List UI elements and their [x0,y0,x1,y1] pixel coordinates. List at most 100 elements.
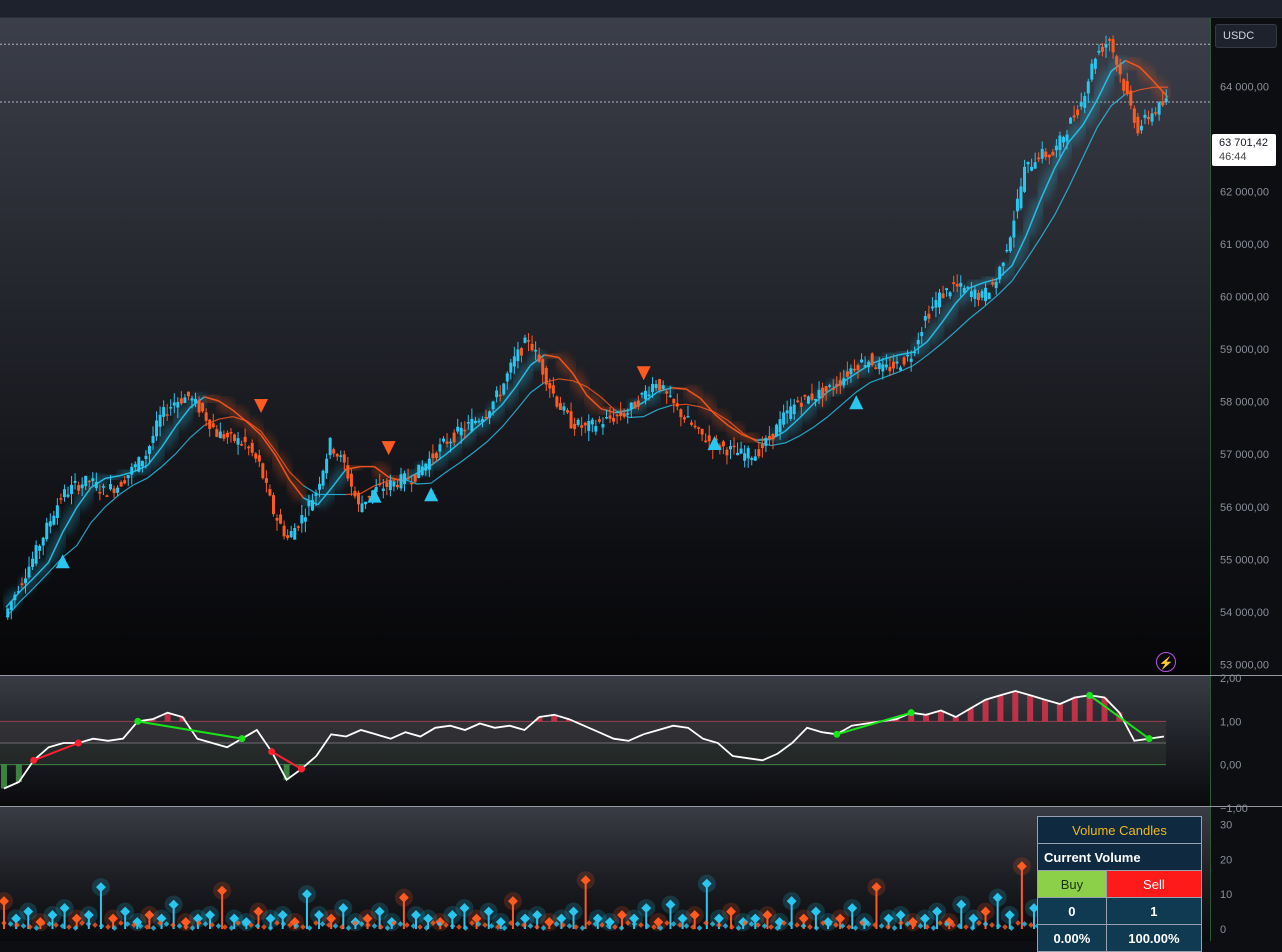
oscillator-histogram-bar [997,695,1004,722]
volume-base-mark [1028,922,1034,928]
candle-body [619,410,623,417]
candle-body [151,435,155,443]
candle-body [1161,101,1165,106]
candle-body [222,434,226,439]
candle-body [23,578,27,584]
candle-body [250,442,254,453]
trend-ribbon-line [90,506,106,524]
candle-body [512,356,516,367]
candle-body [569,411,573,429]
divergence-dot [238,735,246,743]
currency-button[interactable]: USDC [1215,24,1277,48]
candle-body [902,357,906,365]
candle-body [1076,109,1080,116]
candle-body [1086,81,1090,94]
candle-body [194,398,198,403]
candle-body [998,266,1002,280]
candle-body [845,371,849,377]
candle-body [403,473,407,484]
candle-body [491,401,495,410]
candle-body [874,367,878,369]
candle-body [601,424,605,428]
candle-body [562,406,566,411]
candle-body [877,362,881,370]
candle-body [449,441,453,444]
candle-body [1005,249,1009,252]
lightning-bolt-icon[interactable]: ⚡ [1156,652,1176,672]
candle-body [920,331,924,337]
candle-body [860,359,864,363]
candle-body [743,453,747,461]
candle-body [105,495,109,497]
candle-body [9,601,13,611]
volume-tick-label: 20 [1220,854,1232,866]
volume-base-mark [456,924,462,930]
candle-body [119,481,123,487]
candle-body [1129,90,1133,106]
candle-body [417,464,421,478]
candle-body [101,486,105,488]
trend-ribbon-line [147,466,163,479]
candle-body [806,396,810,404]
divergence-dot [297,765,305,773]
candle-body [767,435,771,440]
candle-body [636,400,640,407]
candle-body [693,425,697,428]
candle-body [229,432,233,434]
candle-body [98,492,102,494]
candle-body [48,521,52,527]
candle-body [541,359,545,375]
candle-body [38,545,42,551]
candle-body [1139,125,1143,131]
candle-body [955,284,959,287]
candle-body [498,394,502,397]
candle-body [1083,96,1087,108]
candle-body [697,427,701,429]
trend-ribbon-line [62,544,78,558]
candle-body [633,402,637,409]
divergence-dot [268,748,276,756]
candle-body [608,415,612,419]
candle-body [523,337,527,343]
candle-body [197,399,201,413]
candle-body [84,475,88,487]
candle-body [303,517,307,522]
candle-body [381,488,385,492]
candle-body [463,429,467,432]
candle-body [665,391,669,394]
buy-volume-pct: 0.00% [1037,924,1107,952]
volume-base-mark [404,922,410,928]
candle-body [279,514,283,524]
candle-body [254,453,258,459]
candle-body [704,440,708,443]
price-tick-label: 64 000,00 [1220,81,1269,93]
candle-body [264,478,268,483]
candle-body [604,416,608,419]
candle-body [757,449,761,457]
price-tick-label: 58 000,00 [1220,397,1269,409]
candle-body [172,402,176,406]
candle-body [502,383,506,395]
price-tick-label: 54 000,00 [1220,607,1269,619]
volume-base-mark [98,923,105,929]
candle-body [34,545,38,564]
candle-body [728,446,732,450]
candle-body [445,441,449,444]
candle-body [686,416,690,418]
candle-body [976,292,980,301]
trend-ribbon-line [969,306,985,319]
candle-body [679,409,683,418]
candle-body [27,566,31,578]
candle-body [243,436,247,443]
candle-body [973,289,977,299]
volume-tick-label: 10 [1220,889,1232,901]
oscillator-histogram-bar [1012,691,1019,722]
candle-body [176,402,180,408]
candle-body [778,419,782,433]
candle-body [945,288,949,291]
candle-body [1008,237,1012,252]
candle-body [835,384,839,387]
volume-base-mark [995,923,1002,929]
candle-body [339,455,343,457]
trend-ribbon-line [501,410,517,428]
